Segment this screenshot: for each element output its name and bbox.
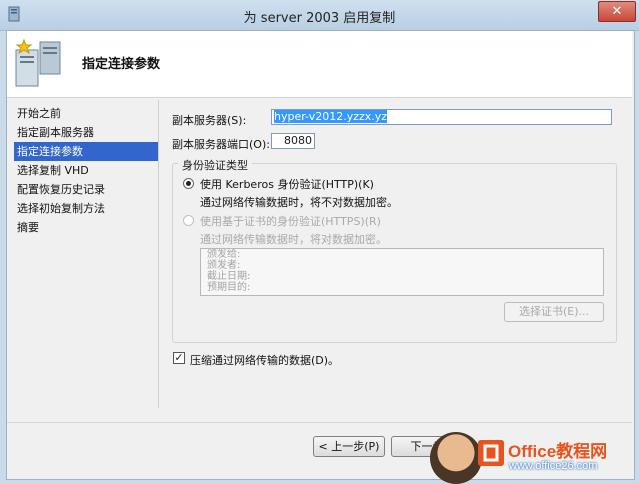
- kerberos-description: 通过网络传输数据时，将不对数据加密。: [200, 196, 398, 209]
- window-title: 为 server 2003 启用复制: [243, 11, 396, 26]
- cert-issued-by: 颁发者:: [207, 260, 241, 271]
- select-certificate-button[interactable]: 选择证书(E)...: [504, 302, 604, 322]
- replication-server-icon: [15, 38, 61, 87]
- wizard-nav: 开始之前 指定副本服务器 指定连接参数 选择复制 VHD 配置恢复历史记录 选择…: [14, 104, 159, 237]
- close-icon: ✕: [611, 4, 623, 19]
- certificate-description: 通过网络传输数据时，将对数据加密。: [200, 233, 387, 246]
- kerberos-label[interactable]: 使用 Kerberos 身份验证(HTTP)(K): [200, 176, 374, 192]
- footer-divider: [7, 422, 632, 423]
- watermark-url: www.office26.com: [509, 460, 598, 472]
- nav-item-replica-server[interactable]: 指定副本服务器: [14, 123, 159, 142]
- cert-intended-purpose: 预期目的:: [207, 282, 251, 293]
- auth-type-group-title: 身份验证类型: [178, 157, 252, 173]
- compress-checkbox[interactable]: ✓: [173, 352, 185, 364]
- certificate-label[interactable]: 使用基于证书的身份验证(HTTPS)(R): [200, 213, 381, 229]
- nav-item-before-you-begin[interactable]: 开始之前: [14, 104, 159, 123]
- cert-issued-to: 颁发给:: [207, 249, 241, 260]
- cert-expiration: 截止日期:: [207, 271, 251, 282]
- watermark-avatar: [430, 432, 482, 484]
- port-input[interactable]: 8080: [271, 133, 315, 149]
- page-title: 指定连接参数: [82, 57, 161, 72]
- certificate-radio[interactable]: [183, 215, 194, 226]
- close-button[interactable]: ✕: [598, 1, 636, 22]
- kerberos-radio[interactable]: [183, 178, 194, 189]
- previous-button[interactable]: < 上一步(P): [313, 436, 385, 457]
- nav-item-summary[interactable]: 摘要: [14, 218, 159, 237]
- nav-item-recovery-history[interactable]: 配置恢复历史记录: [14, 180, 159, 199]
- replica-server-value: hyper-v2012.yzzx.yz: [274, 110, 388, 123]
- nav-divider: [158, 100, 159, 408]
- office-logo-icon: [478, 440, 504, 466]
- nav-item-choose-vhd[interactable]: 选择复制 VHD: [14, 161, 159, 180]
- replica-server-input[interactable]: hyper-v2012.yzzx.yz: [271, 109, 612, 125]
- nav-item-initial-replication[interactable]: 选择初始复制方法: [14, 199, 159, 218]
- compress-label[interactable]: 压缩通过网络传输的数据(D)。: [190, 352, 339, 368]
- watermark-brand: Office教程网: [508, 442, 608, 461]
- replica-server-label: 副本服务器(S):: [172, 114, 247, 127]
- port-label: 副本服务器端口(O):: [172, 138, 270, 151]
- certificate-details-box: 颁发给: 颁发者: 截止日期: 预期目的:: [200, 248, 604, 296]
- nav-item-connection-parameters[interactable]: 指定连接参数: [14, 142, 159, 161]
